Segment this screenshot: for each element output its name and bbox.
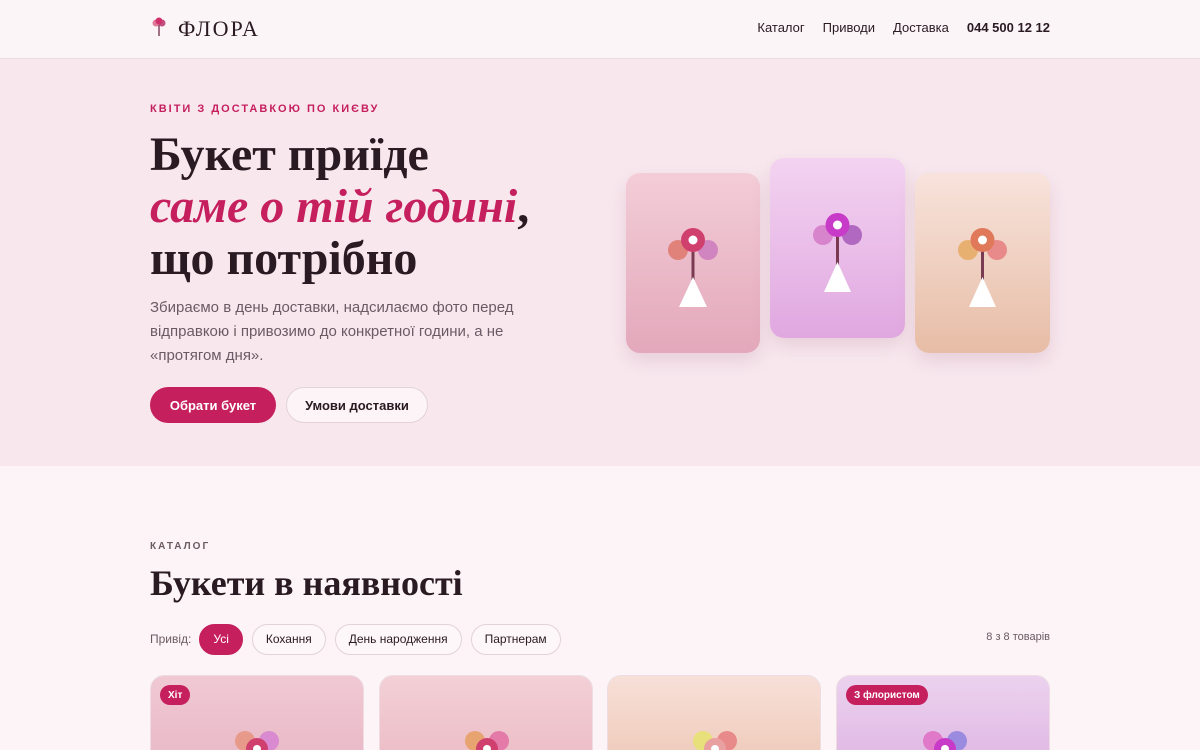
product-card[interactable] [379,675,593,750]
filter-chip-love[interactable]: Кохання [251,623,326,655]
nav-link-occasions[interactable]: Приводи [823,20,875,35]
hero-eyebrow: КВІТИ З ДОСТАВКОЮ ПО КИЄВУ [150,103,380,115]
catalog-title: Букети в наявності [150,563,463,603]
hero-title: Букет приїде саме о тій годині, що потрі… [150,129,570,285]
flower-icon [150,17,168,42]
product-card[interactable]: З флористом [836,675,1050,750]
site-header: ФЛОРА Каталог Приводи Доставка 044 500 1… [0,0,1200,59]
phone-number[interactable]: 044 500 12 12 [967,20,1050,35]
hero-bouquet-card-2 [770,158,905,338]
bouquet-illustration [813,213,862,292]
logo-text: ФЛОРА [178,16,260,41]
product-card[interactable]: Хіт [150,675,364,750]
nav-link-catalog[interactable]: Каталог [757,20,804,35]
bouquet-illustration [693,731,737,750]
choose-bouquet-button[interactable]: Обрати букет [150,387,276,423]
bouquet-illustration [235,731,279,750]
filter-chip-birthday[interactable]: День народження [334,623,462,655]
bouquet-illustration [668,228,718,307]
hero-bouquet-card-3 [915,173,1050,353]
catalog-label: КАТАЛОГ [150,541,211,552]
product-count: 8 з 8 товарів [986,631,1050,643]
bouquet-illustration [923,731,967,750]
filter-chip-all[interactable]: Усі [199,623,243,655]
nav-link-delivery[interactable]: Доставка [893,20,949,35]
delivery-terms-button[interactable]: Умови доставки [286,387,428,423]
main-nav: Каталог Приводи Доставка 044 500 12 12 [757,20,1050,35]
hero-description: Збираємо в день доставки, надсилаємо фот… [150,299,514,364]
occasion-filters: Привід: Усі Кохання День народження Парт… [150,623,561,655]
hero-title-comma: , [517,180,530,233]
product-card[interactable] [607,675,821,750]
hero-title-line3: що потрібно [150,232,418,285]
hero-title-line1: Букет приїде [150,128,429,181]
bouquet-illustration [465,731,509,750]
filter-chip-partners[interactable]: Партнерам [470,623,561,655]
hero-bouquet-card-1 [626,173,760,353]
hero-title-accent: саме о тій годині [150,180,518,233]
logo[interactable]: ФЛОРА [150,16,260,42]
filter-label: Привід: [150,632,192,646]
bouquet-illustration [958,228,1007,307]
hero-section: КВІТИ З ДОСТАВКОЮ ПО КИЄВУ Букет приїде … [0,59,1200,466]
